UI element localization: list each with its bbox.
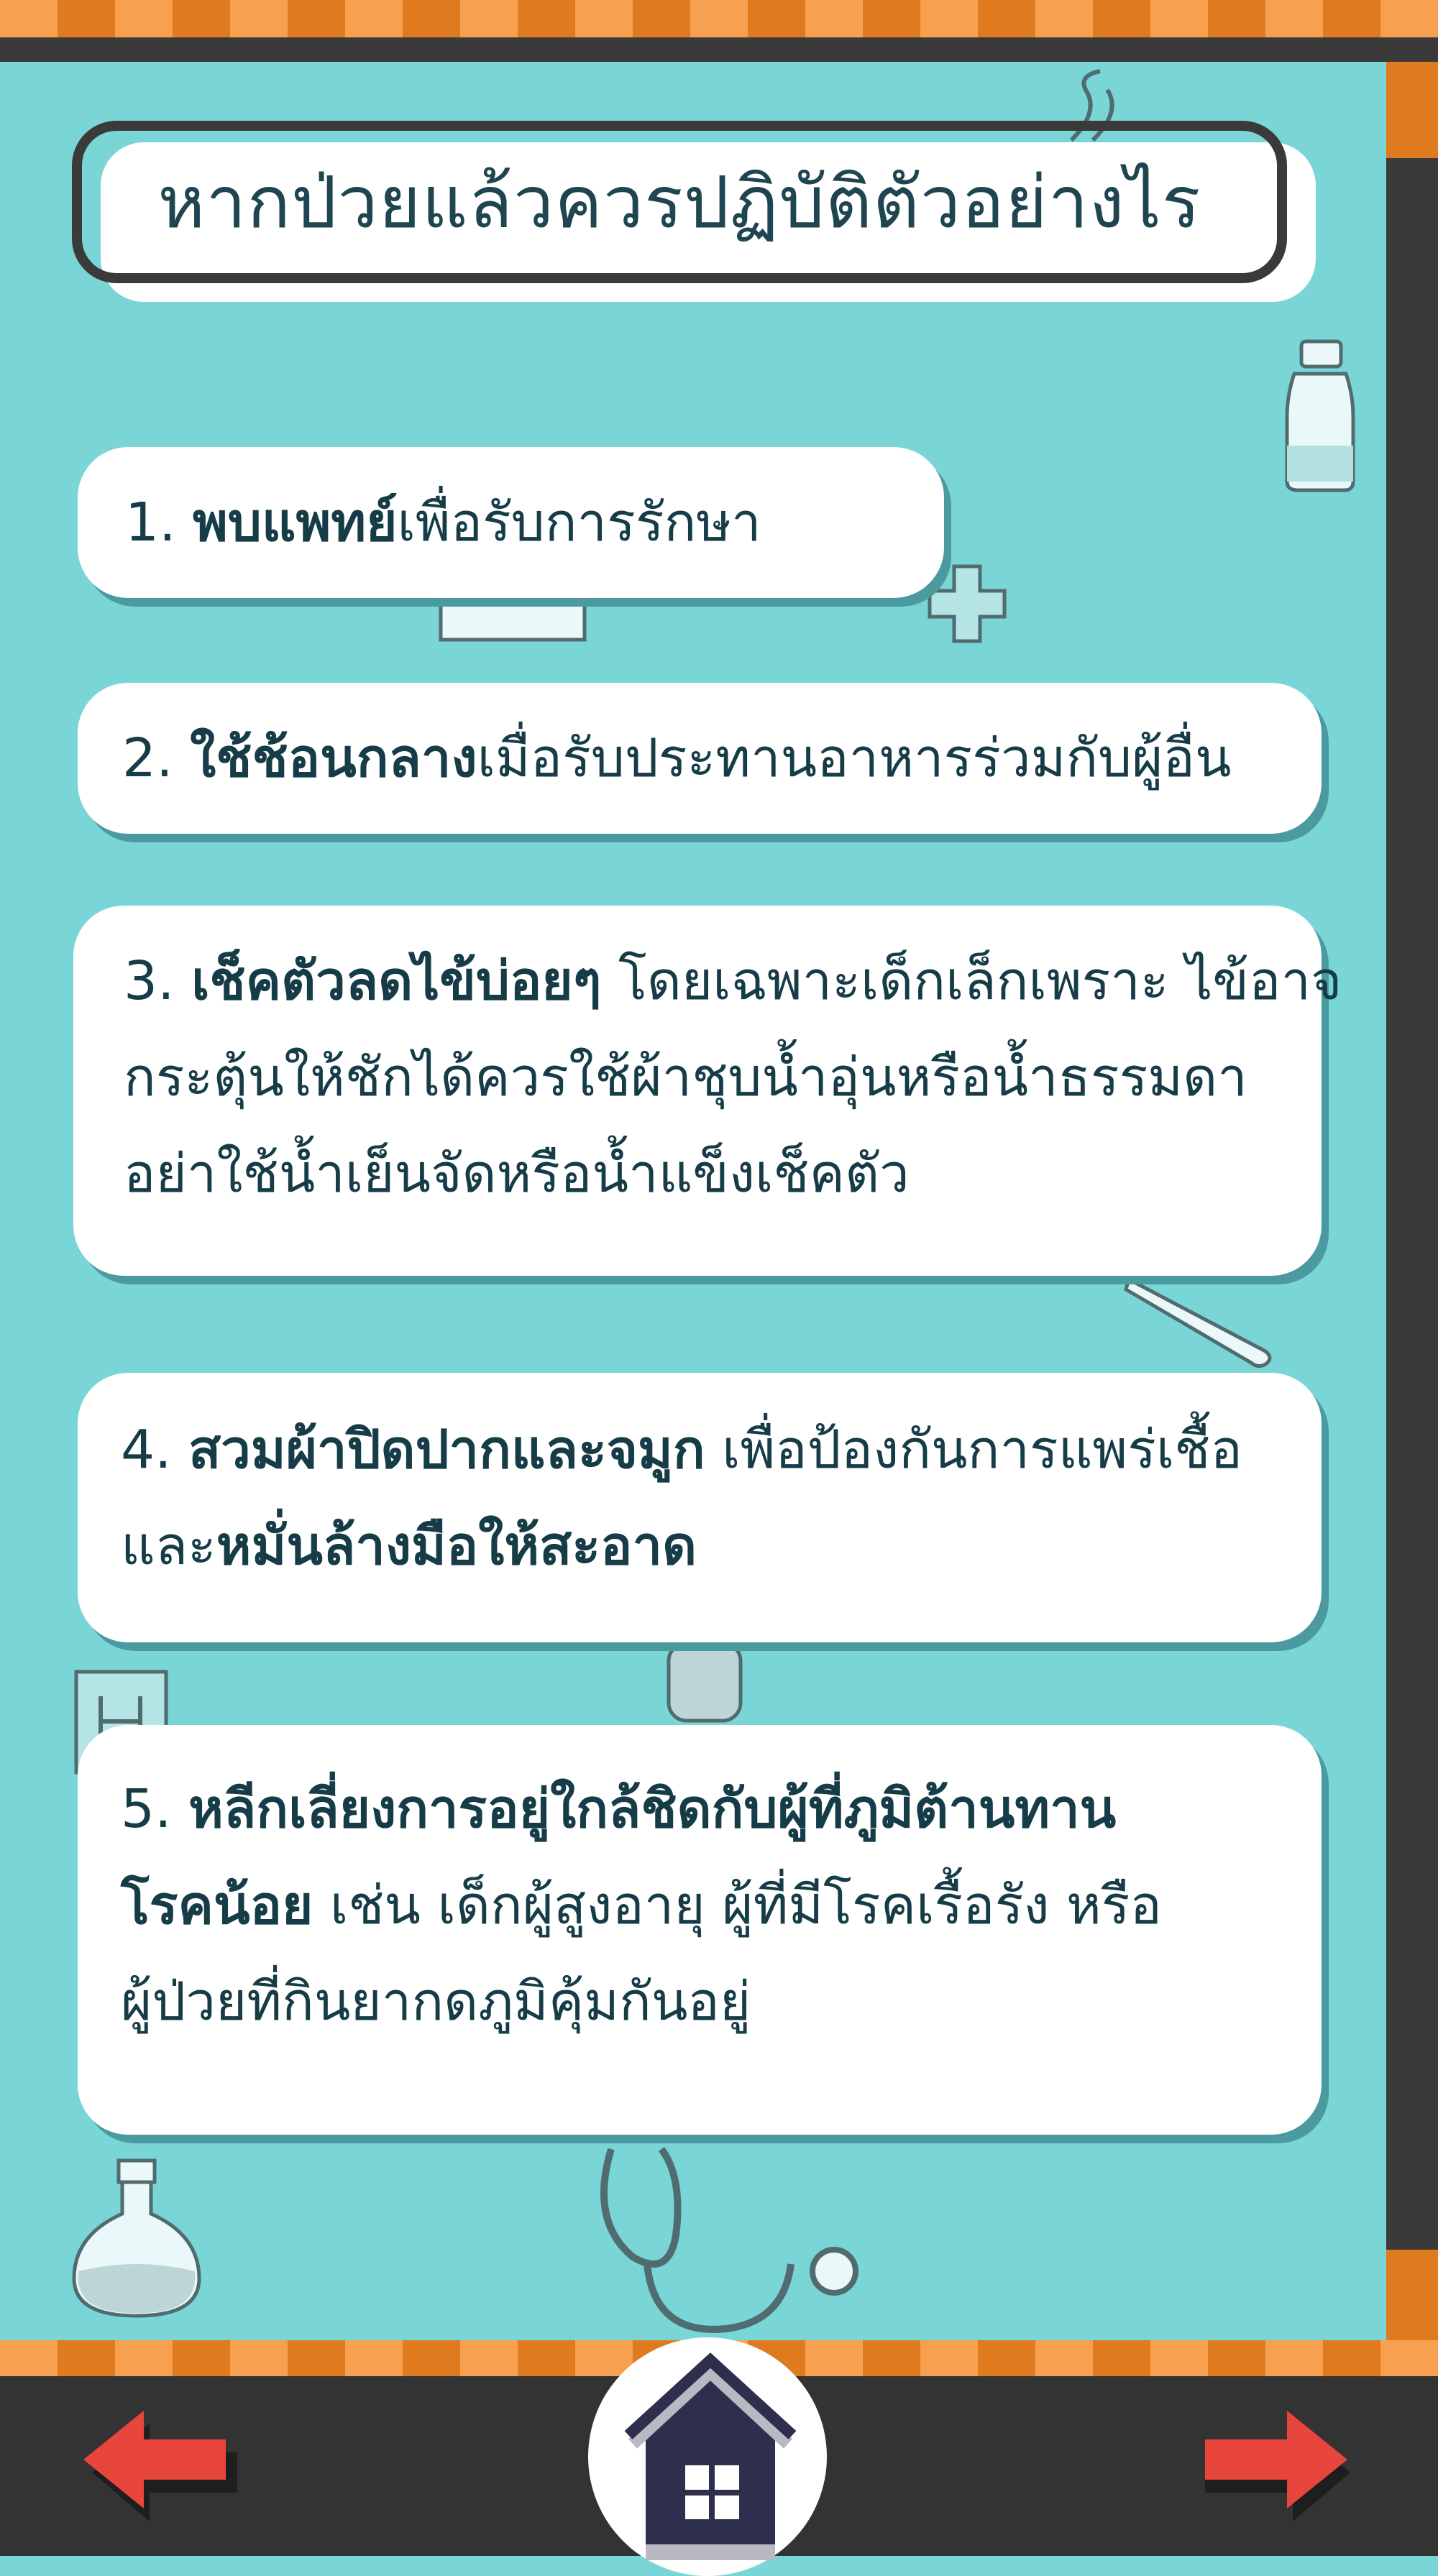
item-4-line-1: 4. สวมผ้าปิดปากและจมูก เพื่อป้องกันการแพ… (121, 1402, 1293, 1498)
right-rail-cap-top (1386, 62, 1438, 158)
left-arrow-icon (83, 2411, 237, 2521)
title-banner: หากป่วยแล้วควรปฏิบัติตัวอย่างไร (72, 121, 1323, 302)
right-arrow-icon (1205, 2411, 1350, 2521)
item-5-line-2: โรคน้อย เช่น เด็กผู้สูงอายุ ผู้ที่มีโรคเ… (121, 1857, 1293, 1954)
item-4-bold: สวมผ้าปิดปากและจมูก (188, 1419, 705, 1481)
flask-doodle-icon (72, 2158, 201, 2318)
item-1-number: 1. (125, 492, 176, 553)
item-4-number: 4. (121, 1419, 172, 1481)
item-3-rest: โดยเฉพาะเด็กเล็กเพราะ ไข้อาจ (601, 950, 1342, 1012)
next-button[interactable] (1194, 2401, 1359, 2523)
top-frame-bar (0, 37, 1438, 62)
item-1-text: 1. พบแพทย์เพื่อรับการรักษา (125, 474, 915, 571)
item-4-line-2-bold: หมั่นล้างมือให้สะอาด (216, 1515, 697, 1577)
list-item-4: 4. สวมผ้าปิดปากและจมูก เพื่อป้องกันการแพ… (78, 1373, 1322, 1642)
item-5-bold: หลีกเลี่ยงการอยู่ใกล้ชิดกับผู้ที่ภูมิต้า… (188, 1778, 1117, 1840)
item-5-number: 5. (121, 1778, 172, 1840)
pill-bottle-doodle-icon (667, 1641, 743, 1723)
item-3-line-3: อย่าใช้น้ำเย็นจัดหรือน้ำแข็งเช็คตัว (124, 1143, 910, 1205)
page-title: หากป่วยแล้วควรปฏิบัติตัวอย่างไร (157, 160, 1201, 244)
item-1-bold: พบแพทย์ (193, 492, 398, 553)
list-item-2: 2. ใช้ช้อนกลางเมื่อรับประทานอาหารร่วมกับ… (78, 683, 1322, 834)
item-3-line-1: 3. เช็คตัวลดไข้บ่อยๆ โดยเฉพาะเด็กเล็กเพร… (124, 933, 1342, 1029)
item-4-line-2: และหมั่นล้างมือให้สะอาด (121, 1498, 1293, 1594)
item-3-number: 3. (124, 950, 175, 1012)
item-5-line-1: 5. หลีกเลี่ยงการอยู่ใกล้ชิดกับผู้ที่ภูมิ… (121, 1761, 1293, 1857)
prev-button[interactable] (72, 2401, 237, 2523)
item-1-rest: เพื่อรับการรักษา (397, 492, 761, 553)
list-item-1: 1. พบแพทย์เพื่อรับการรักษา (78, 447, 944, 598)
home-icon (624, 2352, 797, 2560)
item-5-line-2-rest: เช่น เด็กผู้สูงอายุ ผู้ที่มีโรคเรื้อรัง … (313, 1874, 1162, 1936)
stethoscope-doodle-icon (600, 2147, 858, 2333)
right-frame-rail (1386, 62, 1438, 2340)
thermometer-doodle-icon (1124, 1276, 1272, 1368)
item-3-bold: เช็คตัวลดไข้บ่อยๆ (191, 950, 602, 1012)
item-4-line-2-prefix: และ (121, 1515, 216, 1577)
item-5-line-3: ผู้ป่วยที่กินยากดภูมิคุ้มกันอยู่ (121, 1971, 751, 2033)
item-5-line-2-bold: โรคน้อย (121, 1874, 313, 1936)
item-2-number: 2. (122, 727, 173, 789)
home-button[interactable] (588, 2337, 827, 2576)
item-2-bold: ใช้ช้อนกลาง (190, 727, 477, 789)
item-2-text: 2. ใช้ช้อนกลางเมื่อรับประทานอาหารร่วมกับ… (122, 710, 1293, 806)
top-stripe-border (0, 0, 1438, 37)
bottle-doodle-icon (1285, 339, 1355, 492)
right-rail-cap-bottom (1386, 2250, 1438, 2340)
item-4-rest: เพื่อป้องกันการแพร่เชื้อ (705, 1419, 1242, 1481)
list-item-5: 5. หลีกเลี่ยงการอยู่ใกล้ชิดกับผู้ที่ภูมิ… (78, 1725, 1322, 2135)
item-2-rest: เมื่อรับประทานอาหารร่วมกับผู้อื่น (477, 727, 1232, 789)
list-item-3: 3. เช็คตัวลดไข้บ่อยๆ โดยเฉพาะเด็กเล็กเพร… (73, 906, 1342, 1276)
item-3-line-2: กระตุ้นให้ชักได้ควรใช้ผ้าชุบน้ำอุ่นหรือน… (124, 1046, 1247, 1108)
